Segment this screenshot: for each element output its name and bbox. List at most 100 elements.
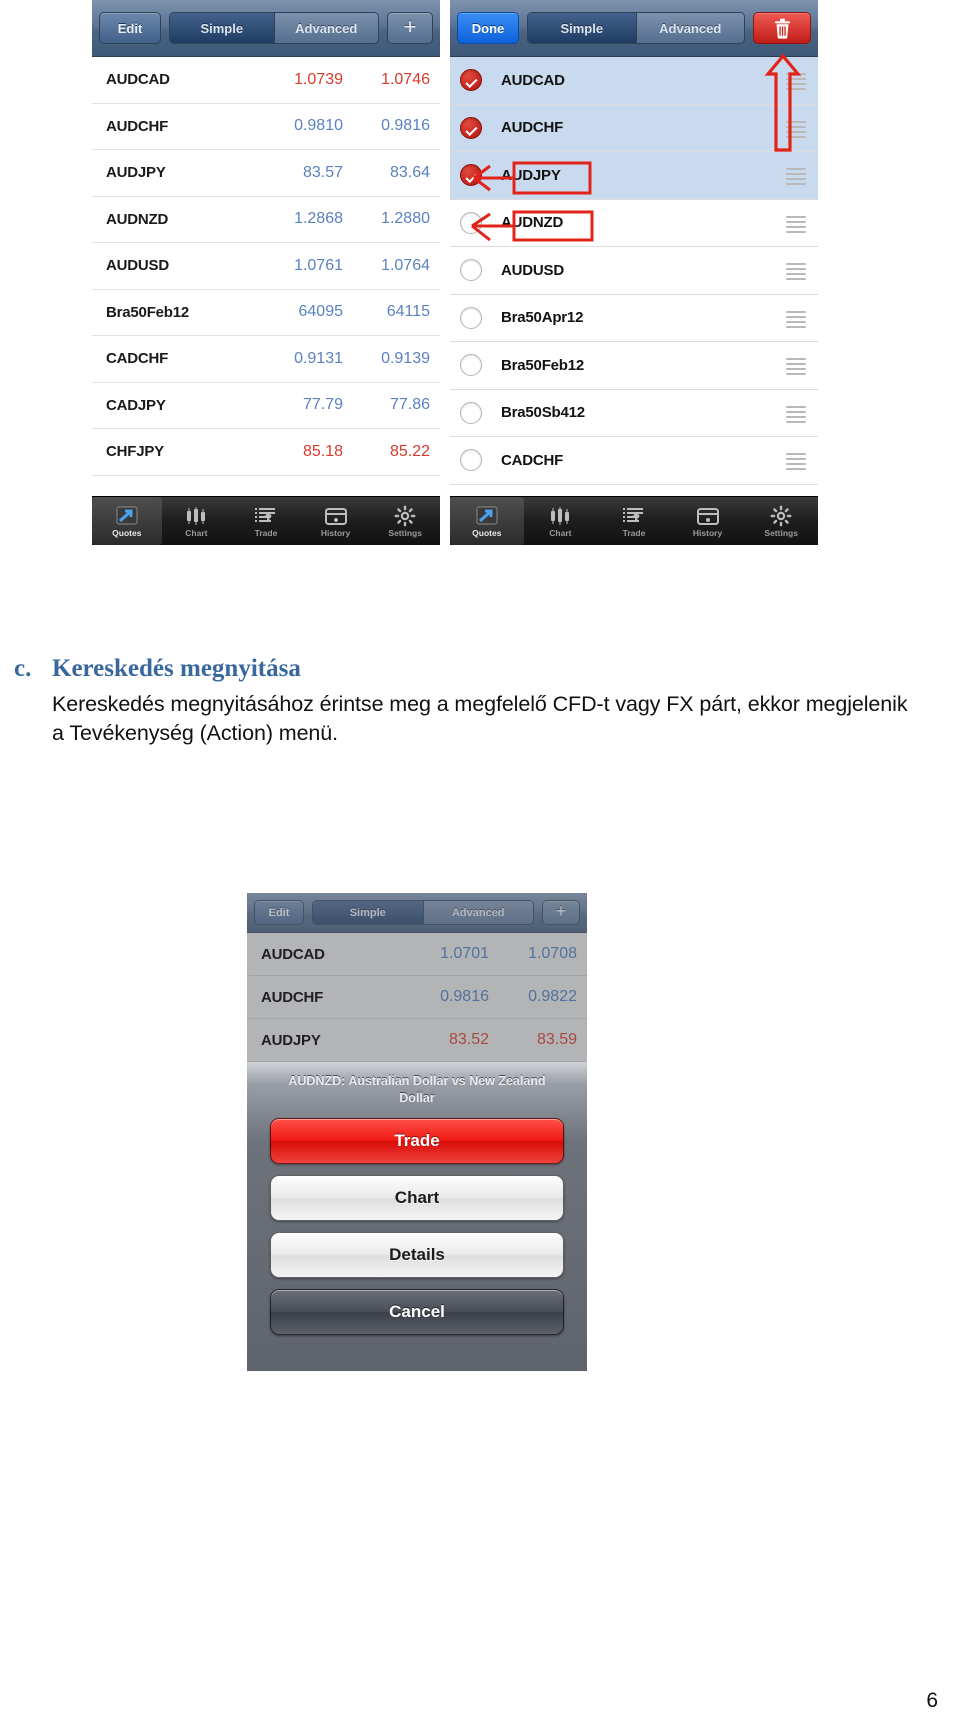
quote-bid: 77.79 [302, 396, 343, 414]
quote-row[interactable]: AUDCHF 0.9810 0.9816 [92, 104, 440, 150]
symbol-edit-list[interactable]: AUDCAD AUDCHF AUDJPY AUDNZD AUDUSD Bra50… [450, 57, 818, 496]
chart-button[interactable]: Chart [270, 1175, 564, 1221]
quotes-icon [114, 505, 140, 527]
tab-trade[interactable]: Trade [231, 497, 301, 545]
tab-trade[interactable]: Trade [597, 497, 671, 545]
quote-ask: 1.0746 [381, 70, 430, 88]
tab-history[interactable]: History [301, 497, 371, 545]
symbol-row[interactable]: AUDCHF [450, 104, 818, 152]
view-mode-segmented-control-bottom[interactable]: Simple Advanced [312, 900, 534, 925]
view-mode-segmented-control-right[interactable]: Simple Advanced [527, 12, 745, 44]
document-page: Edit Simple Advanced + AUDCAD 1.0739 1.0… [0, 0, 960, 1727]
reorder-handle-icon[interactable] [786, 310, 806, 328]
quote-row[interactable]: CHFJPY 85.18 85.22 [92, 429, 440, 476]
quote-row[interactable]: AUDCAD 1.0701 1.0708 [247, 933, 587, 976]
quote-symbol: CADJPY [106, 396, 166, 414]
tab-settings[interactable]: Settings [370, 497, 440, 545]
reorder-handle-icon[interactable] [786, 168, 806, 186]
symbol-name: Bra50Feb12 [501, 356, 585, 374]
tab-simple-right[interactable]: Simple [528, 13, 636, 43]
quote-symbol: AUDJPY [106, 164, 166, 182]
tab-simple-bottom[interactable]: Simple [313, 901, 423, 924]
reorder-handle-icon[interactable] [786, 358, 806, 376]
tab-settings[interactable]: Settings [744, 497, 818, 545]
quote-row[interactable]: AUDCHF 0.9816 0.9822 [247, 976, 587, 1019]
symbol-row[interactable]: Bra50Feb12 [450, 342, 818, 390]
checkmark-icon[interactable] [460, 69, 482, 92]
radio-unchecked-icon[interactable] [460, 449, 482, 472]
symbol-row[interactable]: CADCHF [450, 437, 818, 485]
tab-quotes[interactable]: Quotes [92, 497, 162, 545]
tab-bar-right[interactable]: Quotes Chart Trade History Settings [450, 496, 818, 545]
tab-history[interactable]: History [671, 497, 745, 545]
done-button[interactable]: Done [457, 12, 519, 44]
reorder-handle-icon[interactable] [786, 73, 806, 91]
add-symbol-button-bottom[interactable]: + [542, 900, 580, 925]
edit-button[interactable]: Edit [99, 12, 161, 44]
quote-bid: 1.0761 [294, 256, 343, 274]
symbol-row[interactable]: Bra50Apr12 [450, 295, 818, 342]
quote-bid: 83.57 [302, 163, 343, 181]
radio-unchecked-icon[interactable] [460, 211, 482, 234]
reorder-handle-icon[interactable] [786, 215, 806, 233]
quote-row[interactable]: AUDNZD 1.2868 1.2880 [92, 197, 440, 243]
reorder-handle-icon[interactable] [786, 405, 806, 423]
symbol-name: AUDUSD [501, 261, 564, 279]
radio-unchecked-icon[interactable] [460, 259, 482, 282]
tab-chart[interactable]: Chart [162, 497, 232, 545]
edit-button-bottom[interactable]: Edit [254, 900, 304, 925]
details-button[interactable]: Details [270, 1232, 564, 1278]
radio-unchecked-icon[interactable] [460, 401, 482, 424]
trade-icon [253, 505, 279, 527]
tab-advanced[interactable]: Advanced [273, 13, 378, 43]
quote-ask: 0.9822 [528, 988, 577, 1005]
symbol-row[interactable]: AUDNZD [450, 200, 818, 247]
quote-row[interactable]: CADJPY 77.79 77.86 [92, 383, 440, 429]
checkmark-icon[interactable] [460, 164, 482, 187]
symbol-row[interactable]: AUDUSD [450, 247, 818, 295]
tab-label: History [692, 527, 723, 538]
tab-label: Quotes [112, 527, 142, 538]
reorder-handle-icon[interactable] [786, 120, 806, 138]
quote-ask: 0.9816 [381, 117, 430, 135]
tab-simple[interactable]: Simple [170, 13, 274, 43]
quote-ask: 77.86 [389, 396, 430, 414]
symbol-row[interactable]: AUDJPY [450, 152, 818, 200]
view-mode-segmented-control[interactable]: Simple Advanced [169, 12, 379, 44]
tab-advanced-bottom[interactable]: Advanced [422, 901, 533, 924]
quote-ask: 1.0764 [381, 256, 430, 274]
radio-unchecked-icon[interactable] [460, 306, 482, 329]
symbol-name: CADCHF [501, 451, 564, 469]
checkmark-icon[interactable] [460, 116, 482, 139]
tab-bar-left[interactable]: Quotes Chart Trade History Settings [92, 496, 440, 545]
cancel-button[interactable]: Cancel [270, 1289, 564, 1335]
symbol-row[interactable]: Bra50Sb412 [450, 390, 818, 437]
tab-advanced-right[interactable]: Advanced [635, 13, 744, 43]
action-sheet-buttons: Trade Chart Details Cancel [270, 1118, 564, 1335]
quote-row[interactable]: AUDCAD 1.0739 1.0746 [92, 57, 440, 104]
symbol-name: AUDJPY [501, 166, 561, 184]
add-symbol-button[interactable]: + [387, 12, 433, 44]
tab-quotes[interactable]: Quotes [450, 497, 524, 545]
quote-list-bottom[interactable]: AUDCAD 1.0701 1.0708 AUDCHF 0.9816 0.982… [247, 933, 587, 1062]
delete-button[interactable] [753, 12, 811, 44]
trade-button[interactable]: Trade [270, 1118, 564, 1164]
quote-ask: 85.22 [389, 442, 430, 460]
tab-label: Chart [549, 527, 572, 538]
phone-screenshot-symbol-edit: Done Simple Advanced AUDCAD AUDCHF AUDJP… [450, 0, 818, 545]
symbol-row[interactable]: AUDCAD [450, 57, 818, 105]
radio-unchecked-icon[interactable] [460, 354, 482, 377]
tab-chart[interactable]: Chart [524, 497, 598, 545]
page-number: 6 [926, 1689, 938, 1712]
quote-row[interactable]: AUDJPY 83.52 83.59 [247, 1019, 587, 1062]
quote-row[interactable]: CADCHF 0.9131 0.9139 [92, 336, 440, 383]
quote-bid: 0.9810 [294, 117, 343, 135]
quote-list[interactable]: AUDCAD 1.0739 1.0746 AUDCHF 0.9810 0.981… [92, 57, 440, 496]
reorder-handle-icon[interactable] [786, 453, 806, 471]
quote-row[interactable]: AUDUSD 1.0761 1.0764 [92, 243, 440, 290]
history-icon [323, 505, 349, 527]
reorder-handle-icon[interactable] [786, 263, 806, 281]
quote-ask: 83.59 [536, 1031, 577, 1048]
quote-row[interactable]: AUDJPY 83.57 83.64 [92, 150, 440, 197]
quote-row[interactable]: Bra50Feb12 64095 64115 [92, 290, 440, 336]
